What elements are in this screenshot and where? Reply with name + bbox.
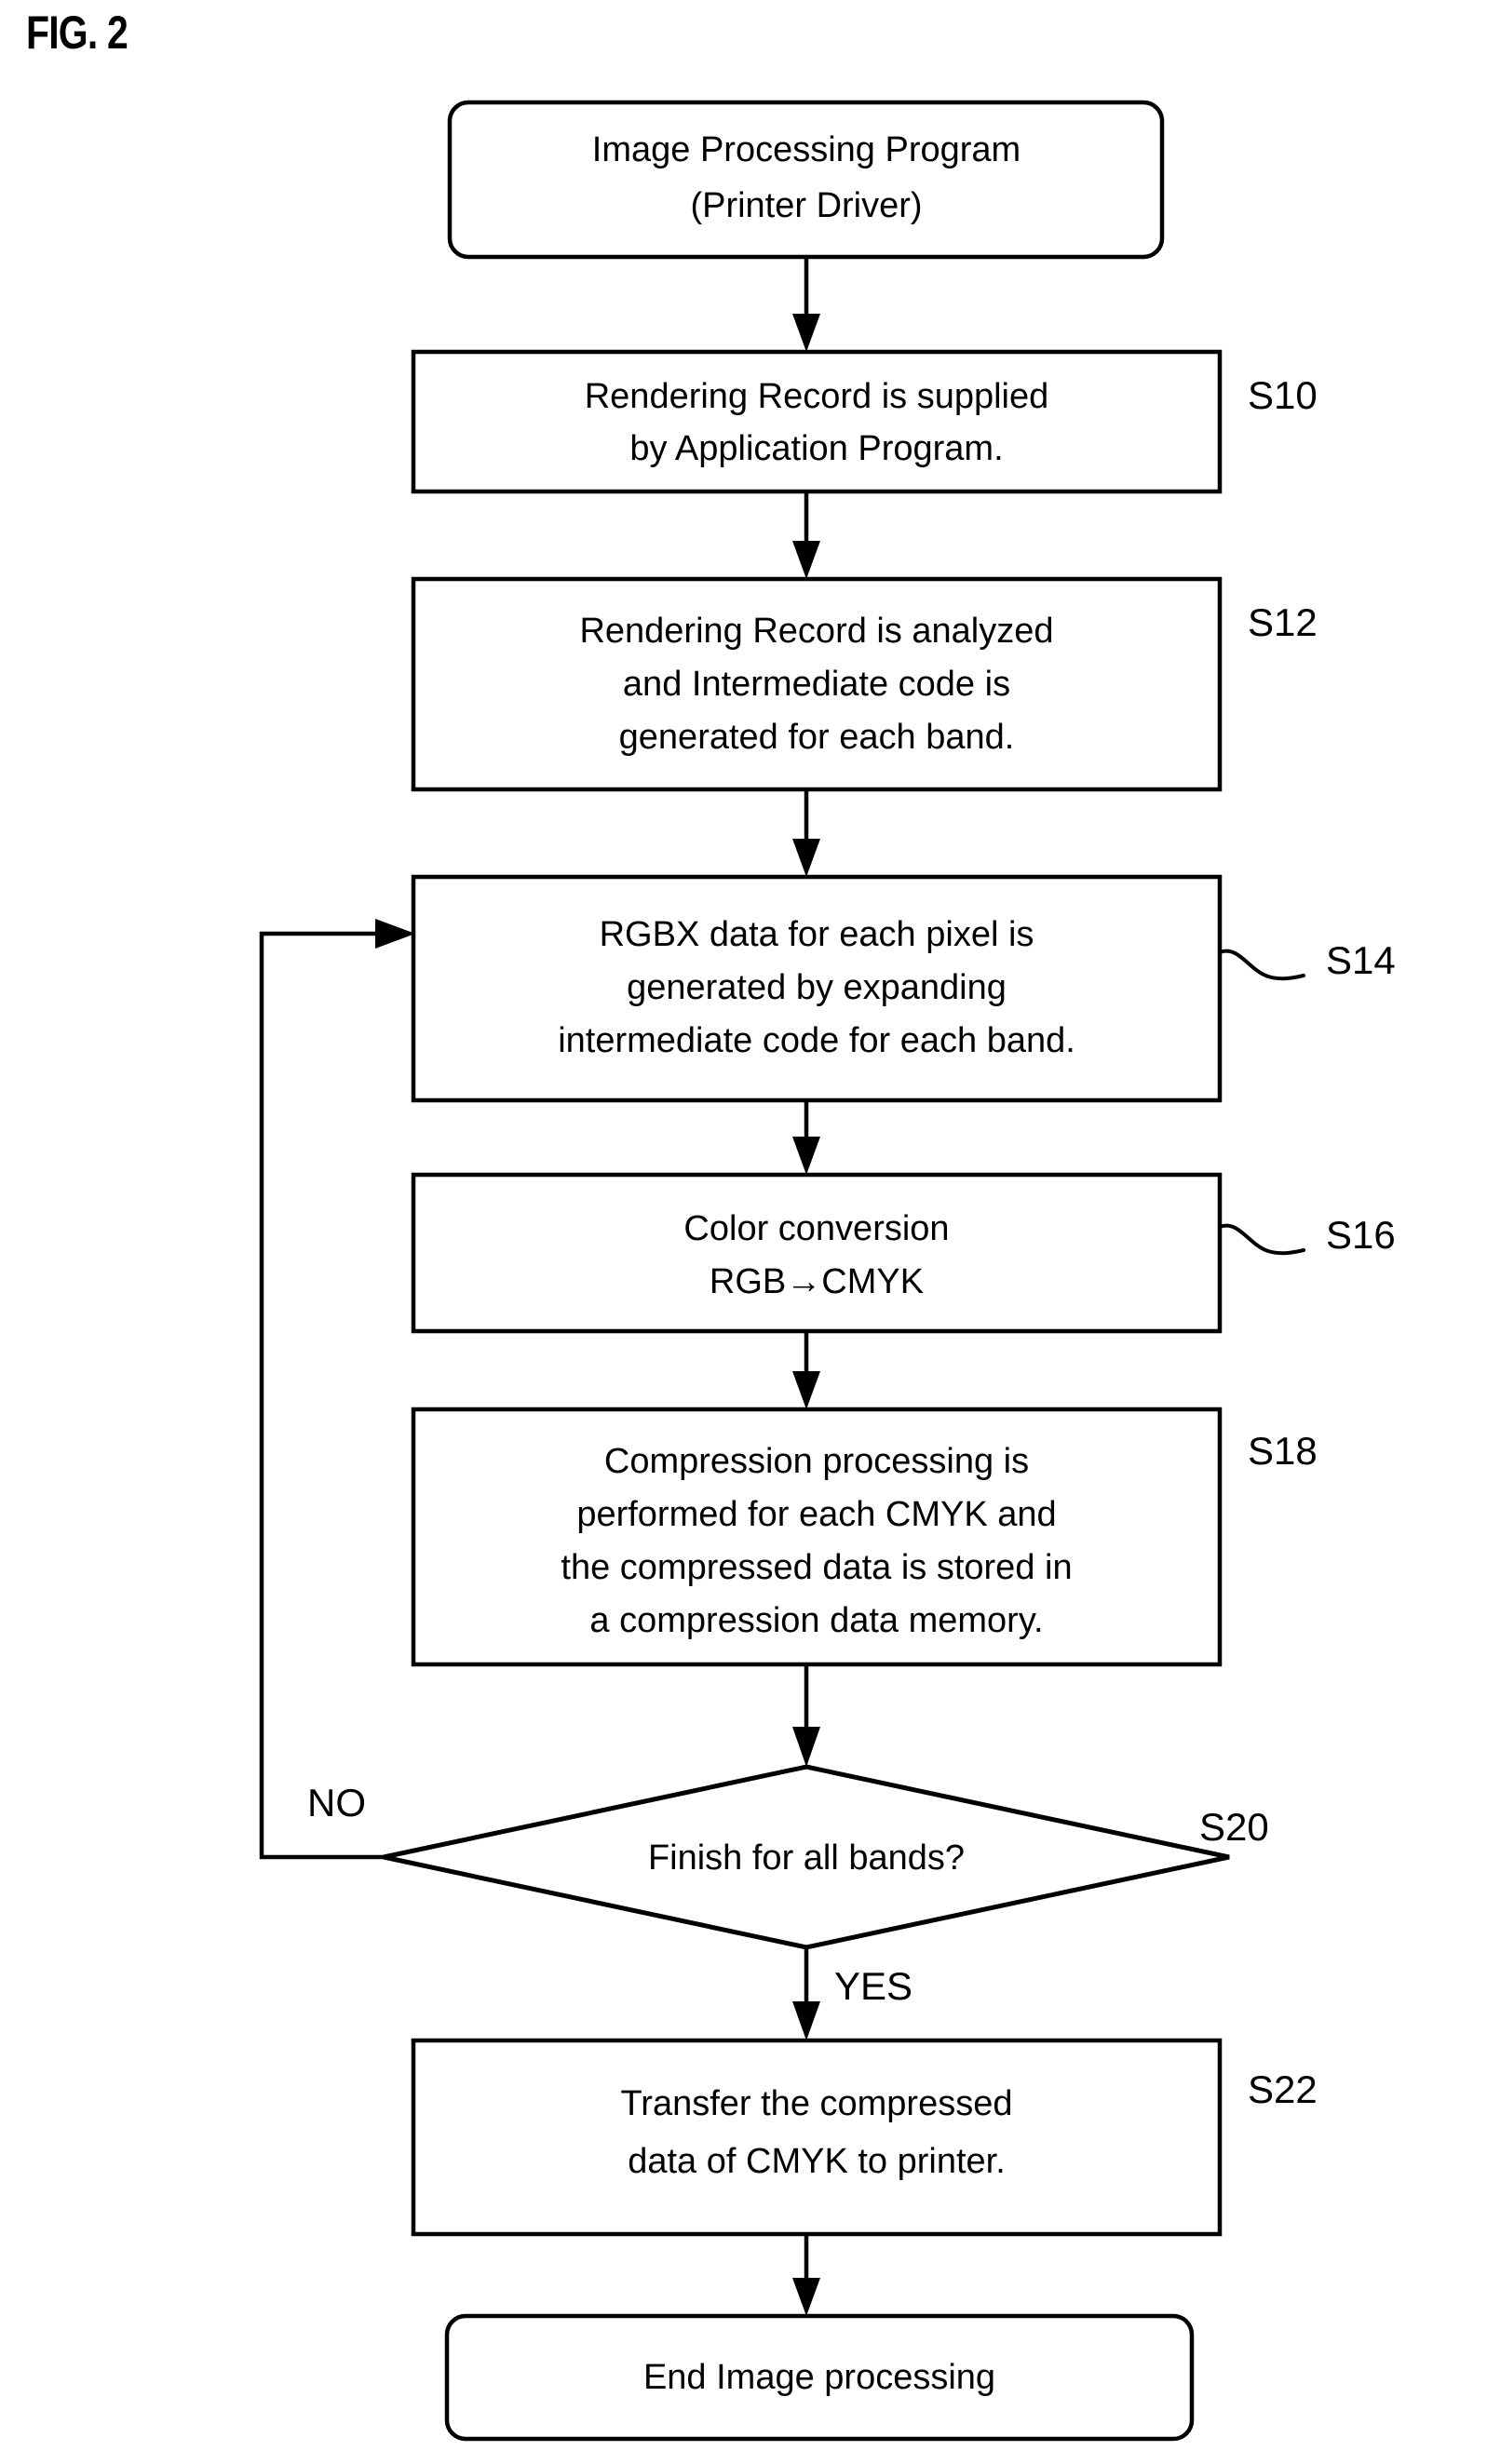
- connector-s10-to-s12: [792, 491, 820, 579]
- node-s12[interactable]: Rendering Record is analyzed and Interme…: [411, 576, 1223, 792]
- connector-s14-to-s16: [792, 1100, 820, 1175]
- node-start-line-1: (Printer Driver): [690, 186, 922, 225]
- branch-label-yes: YES: [834, 1964, 912, 2008]
- step-label-s18: S18: [1248, 1429, 1318, 1473]
- step-label-s12: S12: [1248, 600, 1318, 644]
- node-s14-line-0: RGBX data for each pixel is: [600, 915, 1034, 954]
- node-s18-line-0: Compression processing is: [604, 1442, 1029, 1481]
- node-s20-decision[interactable]: Finish for all bands?: [383, 1764, 1230, 1950]
- step-label-s10: S10: [1248, 373, 1318, 417]
- connector-s20-to-s22: [792, 1947, 820, 2040]
- node-s12-line-1: and Intermediate code is: [623, 665, 1010, 704]
- node-s18[interactable]: Compression processing is performed for …: [411, 1407, 1223, 1667]
- node-s12-line-2: generated for each band.: [619, 718, 1015, 757]
- leader-line-s16: [1218, 1223, 1305, 1256]
- node-s12-line-0: Rendering Record is analyzed: [579, 612, 1053, 651]
- connector-start-to-s10: [792, 257, 820, 352]
- node-s18-line-1: performed for each CMYK and: [576, 1495, 1056, 1534]
- node-s14[interactable]: RGBX data for each pixel is generated by…: [411, 874, 1223, 1103]
- connector-s22-to-end: [792, 2234, 820, 2316]
- connector-s16-to-s18: [792, 1331, 820, 1409]
- step-label-s20: S20: [1199, 1805, 1269, 1849]
- node-start-line-0: Image Processing Program: [592, 130, 1021, 169]
- node-end[interactable]: End Image processing: [444, 2313, 1195, 2442]
- branch-label-no: NO: [307, 1781, 366, 1824]
- node-start[interactable]: Image Processing Program (Printer Driver…: [447, 100, 1165, 260]
- step-label-s22: S22: [1248, 2067, 1318, 2111]
- step-label-s14: S14: [1326, 938, 1396, 982]
- step-label-s16: S16: [1326, 1213, 1396, 1257]
- node-s16-line-1: RGB→CMYK: [710, 1262, 924, 1301]
- node-s10-line-1: by Application Program.: [629, 429, 1003, 468]
- node-s22[interactable]: Transfer the compressed data of CMYK to …: [411, 2038, 1223, 2237]
- node-s10-line-0: Rendering Record is supplied: [585, 377, 1049, 416]
- leader-line-s14: [1218, 949, 1305, 981]
- node-s20-line-0: Finish for all bands?: [648, 1838, 965, 1878]
- node-s16[interactable]: Color conversion RGB→CMYK: [411, 1172, 1223, 1334]
- connector-s18-to-s20: [792, 1664, 820, 1767]
- node-s22-line-0: Transfer the compressed: [621, 2084, 1013, 2123]
- connector-s12-to-s14: [792, 789, 820, 877]
- node-s16-line-0: Color conversion: [683, 1209, 949, 1248]
- connector-no-feedback-loop: [259, 919, 415, 1860]
- node-s14-line-2: intermediate code for each band.: [558, 1021, 1075, 1060]
- node-s18-line-3: a compression data memory.: [589, 1601, 1043, 1640]
- flowchart-canvas: Image Processing Program (Printer Driver…: [259, 100, 1396, 2442]
- node-s18-line-2: the compressed data is stored in: [561, 1548, 1072, 1587]
- node-s10[interactable]: Rendering Record is supplied by Applicat…: [411, 349, 1223, 494]
- node-s14-line-1: generated by expanding: [627, 968, 1007, 1007]
- node-end-line-0: End Image processing: [643, 2358, 995, 2397]
- node-s22-line-1: data of CMYK to printer.: [628, 2142, 1006, 2181]
